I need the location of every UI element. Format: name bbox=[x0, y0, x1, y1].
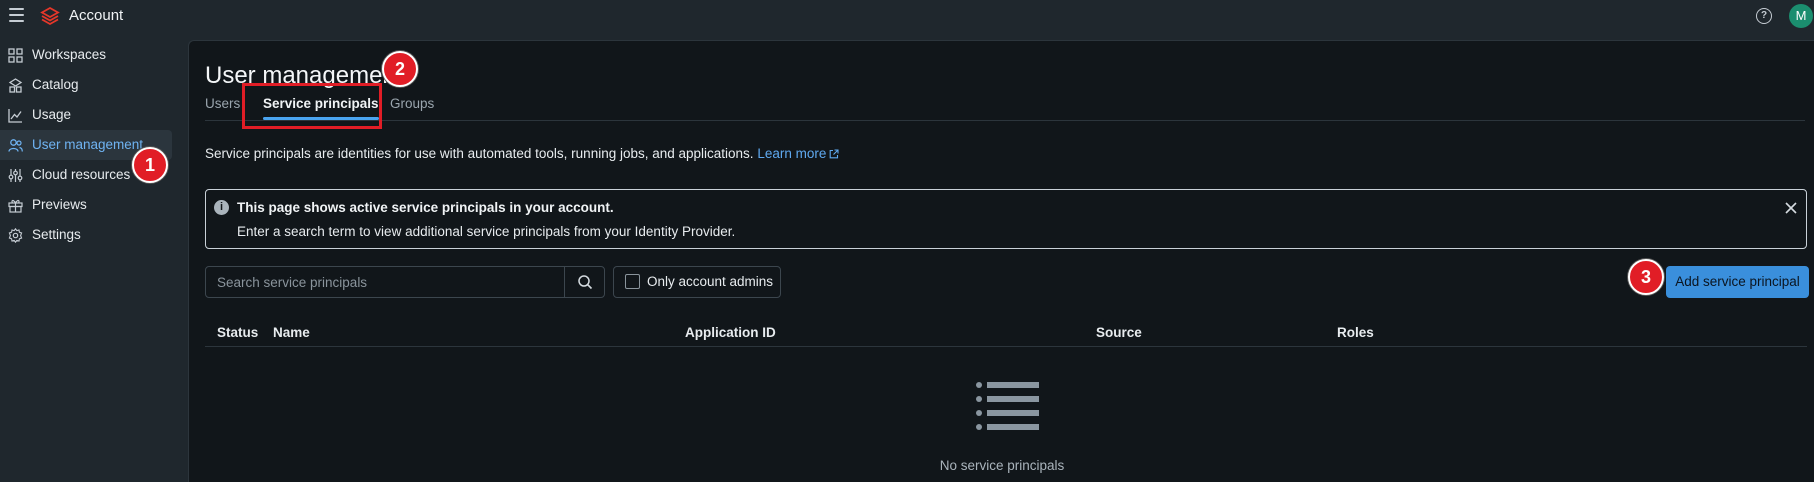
banner-text: Enter a search term to view additional s… bbox=[237, 224, 736, 239]
page-description: Service principals are identities for us… bbox=[205, 146, 839, 161]
learn-more-label: Learn more bbox=[757, 146, 827, 161]
tab-bar: Users Service principals Groups bbox=[205, 96, 1805, 121]
sidebar-item-label: User management bbox=[32, 137, 144, 152]
sidebar-item-settings[interactable]: Settings bbox=[0, 220, 172, 250]
column-header-application-id[interactable]: Application ID bbox=[685, 325, 776, 340]
table-header: Status Name Application ID Source Roles bbox=[205, 317, 1807, 347]
hamburger-menu-icon[interactable] bbox=[9, 8, 24, 22]
workspaces-icon bbox=[8, 48, 23, 63]
empty-list-icon bbox=[976, 382, 1039, 430]
sidebar-item-label: Usage bbox=[32, 107, 72, 122]
column-header-status[interactable]: Status bbox=[217, 325, 258, 340]
sidebar-item-label: Settings bbox=[32, 227, 81, 242]
column-header-roles[interactable]: Roles bbox=[1337, 325, 1374, 340]
sidebar-item-label: Catalog bbox=[32, 77, 79, 92]
external-link-icon bbox=[830, 149, 839, 159]
sidebar-item-catalog[interactable]: Catalog bbox=[0, 70, 172, 100]
sidebar-item-label: Cloud resources bbox=[32, 167, 131, 182]
search-input[interactable] bbox=[206, 267, 564, 297]
empty-state-text: No service principals bbox=[939, 458, 1065, 473]
column-header-name[interactable]: Name bbox=[273, 325, 310, 340]
tab-users[interactable]: Users bbox=[205, 96, 240, 111]
close-icon[interactable] bbox=[1783, 200, 1799, 216]
highlight-box-service-principals-tab bbox=[242, 83, 382, 129]
tab-groups[interactable]: Groups bbox=[390, 96, 434, 111]
sidebar-item-label: Workspaces bbox=[32, 47, 107, 62]
help-icon[interactable]: ? bbox=[1756, 8, 1772, 24]
top-bar: Account ? M bbox=[0, 0, 1814, 33]
sidebar-item-previews[interactable]: Previews bbox=[0, 190, 172, 220]
sidebar-item-usage[interactable]: Usage bbox=[0, 100, 172, 130]
sidebar-item-label: Previews bbox=[32, 197, 87, 212]
databricks-logo-icon[interactable] bbox=[40, 6, 60, 26]
learn-more-link[interactable]: Learn more bbox=[757, 146, 839, 161]
column-header-source[interactable]: Source bbox=[1096, 325, 1142, 340]
app-title: Account bbox=[69, 7, 124, 24]
search-icon bbox=[578, 275, 593, 290]
description-text: Service principals are identities for us… bbox=[205, 146, 754, 161]
banner-title: This page shows active service principal… bbox=[237, 200, 614, 215]
main-content: User management Users Service principals… bbox=[188, 40, 1814, 482]
search-button[interactable] bbox=[564, 267, 605, 297]
avatar[interactable]: M bbox=[1789, 4, 1813, 28]
previews-icon bbox=[8, 199, 23, 213]
sidebar: Workspaces Catalog Usage User management… bbox=[0, 33, 188, 482]
only-account-admins-filter[interactable]: Only account admins bbox=[613, 266, 781, 298]
step-marker-1: 1 bbox=[132, 147, 168, 183]
catalog-icon bbox=[8, 78, 23, 93]
usage-icon bbox=[8, 109, 22, 123]
step-marker-3: 3 bbox=[1628, 259, 1664, 295]
search-box bbox=[205, 266, 605, 298]
info-banner: i This page shows active service princip… bbox=[205, 189, 1807, 249]
only-account-admins-checkbox[interactable] bbox=[625, 274, 640, 289]
cloud-resources-icon bbox=[8, 169, 23, 182]
sidebar-item-workspaces[interactable]: Workspaces bbox=[0, 40, 172, 70]
gear-icon bbox=[8, 228, 23, 243]
info-icon: i bbox=[214, 200, 229, 215]
add-service-principal-button[interactable]: Add service principal bbox=[1666, 266, 1809, 298]
step-marker-2: 2 bbox=[382, 51, 418, 87]
users-icon bbox=[8, 139, 23, 152]
only-account-admins-label: Only account admins bbox=[647, 274, 774, 289]
